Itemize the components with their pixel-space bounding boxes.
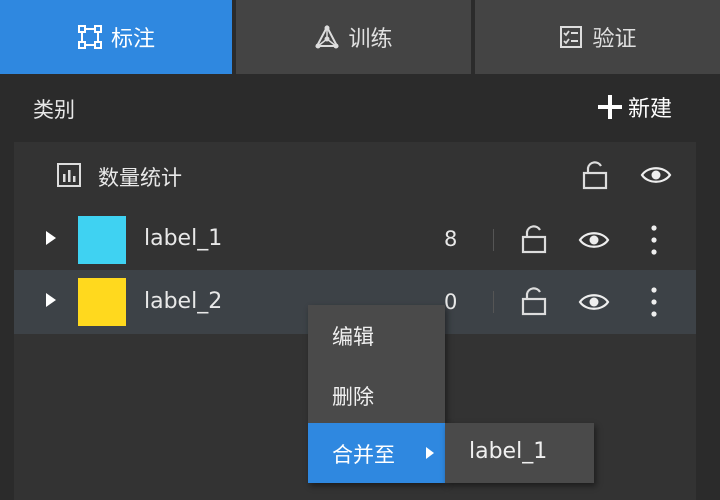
expand-caret-icon[interactable] xyxy=(44,230,58,246)
tab-verify[interactable]: 验证 xyxy=(475,0,720,74)
new-category-button[interactable]: 新建 xyxy=(596,90,672,124)
tab-train-label: 训练 xyxy=(348,27,393,52)
more-options-icon[interactable] xyxy=(650,286,658,318)
menu-item-edit[interactable]: 编辑 xyxy=(308,305,445,365)
divider xyxy=(493,291,494,313)
label-color-swatch[interactable] xyxy=(78,216,126,264)
plus-icon xyxy=(597,95,622,119)
category-title: 类别 xyxy=(33,98,75,122)
expand-caret-icon[interactable] xyxy=(44,292,58,308)
divider xyxy=(493,229,494,251)
tab-annotate-label: 标注 xyxy=(110,27,155,52)
stats-row[interactable]: 数量统计 xyxy=(14,142,696,208)
menu-item-label: 删除 xyxy=(332,385,374,409)
merge-submenu[interactable]: label_1 xyxy=(445,423,594,483)
context-menu: 编辑 删除 合并至 xyxy=(308,305,445,483)
label-row[interactable]: label_1 8 xyxy=(14,208,696,272)
unlock-icon[interactable] xyxy=(519,224,549,254)
new-category-label: 新建 xyxy=(627,97,672,122)
checklist-icon xyxy=(558,24,584,50)
unlock-icon[interactable] xyxy=(519,286,549,316)
menu-item-label: 编辑 xyxy=(332,325,374,349)
tab-annotate[interactable]: 标注 xyxy=(0,0,232,74)
eye-icon[interactable] xyxy=(578,291,610,313)
annotate-icon xyxy=(77,24,103,50)
label-count: 8 xyxy=(444,227,458,251)
unlock-icon[interactable] xyxy=(580,160,610,190)
label-color-swatch[interactable] xyxy=(78,278,126,326)
menu-item-delete[interactable]: 删除 xyxy=(308,365,445,425)
menu-item-merge-to[interactable]: 合并至 xyxy=(308,423,445,483)
label-name: label_2 xyxy=(144,289,223,314)
menu-item-label: 合并至 xyxy=(332,443,395,467)
submenu-item-label: label_1 xyxy=(469,439,548,464)
category-header: 类别 新建 xyxy=(0,74,720,142)
eye-icon[interactable] xyxy=(578,229,610,251)
top-tabs: 标注 训练 验证 xyxy=(0,0,720,74)
eye-icon[interactable] xyxy=(640,164,672,186)
label-name: label_1 xyxy=(144,226,223,251)
submenu-arrow-icon xyxy=(426,447,434,459)
network-icon xyxy=(314,24,340,50)
label-count: 0 xyxy=(444,290,458,314)
tab-train[interactable]: 训练 xyxy=(236,0,471,74)
stats-label: 数量统计 xyxy=(98,166,182,190)
more-options-icon[interactable] xyxy=(650,224,658,256)
tab-verify-label: 验证 xyxy=(592,27,637,52)
bar-chart-icon xyxy=(57,163,81,187)
